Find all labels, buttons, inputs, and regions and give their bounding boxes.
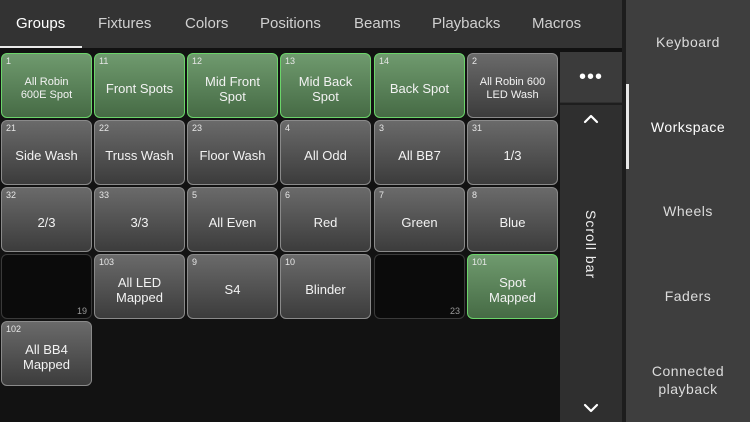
tab-macros[interactable]: Macros <box>532 0 581 48</box>
group-button[interactable]: 5 All Even <box>187 187 278 252</box>
group-label: 1/3 <box>503 148 522 163</box>
group-label: All LED Mapped <box>116 274 163 305</box>
group-button[interactable]: 2 All Robin 600 LED Wash <box>467 53 558 118</box>
group-button[interactable]: 9 S4 <box>187 254 278 319</box>
group-label: Floor Wash <box>199 148 266 163</box>
group-button[interactable]: 6 Red <box>280 187 371 252</box>
sidebar-item-keyboard[interactable]: Keyboard <box>626 33 750 51</box>
scroll-bar-label: Scroll bar <box>583 210 599 280</box>
tab-bar: Groups Fixtures Colors Positions Beams P… <box>0 0 622 48</box>
group-label: All Odd <box>304 148 347 163</box>
group-label: Blue <box>499 215 526 230</box>
group-button[interactable]: 1 All Robin 600E Spot <box>1 53 92 118</box>
chevron-up-icon[interactable] <box>581 109 601 129</box>
group-button[interactable]: 33 3/3 <box>94 187 185 252</box>
group-label: All BB7 <box>398 148 441 163</box>
group-button[interactable]: 14 Back Spot <box>374 53 465 118</box>
chevron-down-icon[interactable] <box>581 398 601 418</box>
group-button[interactable]: 12 Mid Front Spot <box>187 53 278 118</box>
empty-group-cell[interactable]: 23 <box>374 254 465 319</box>
group-button[interactable]: 11 Front Spots <box>94 53 185 118</box>
group-label: All Even <box>208 215 257 230</box>
group-label: 3/3 <box>130 215 149 230</box>
group-button[interactable]: 32 2/3 <box>1 187 92 252</box>
tab-colors[interactable]: Colors <box>185 0 228 48</box>
sidebar: Keyboard Workspace Wheels Faders Connect… <box>622 0 750 422</box>
group-button[interactable]: 101 Spot Mapped <box>467 254 558 319</box>
group-button[interactable]: 31 1/3 <box>467 120 558 185</box>
group-button[interactable]: 10 Blinder <box>280 254 371 319</box>
group-label: All Robin 600E Spot <box>20 75 73 101</box>
group-button[interactable]: 21 Side Wash <box>1 120 92 185</box>
group-number: 23 <box>449 306 460 316</box>
group-button[interactable]: 102 All BB4 Mapped <box>1 321 92 386</box>
tab-playbacks[interactable]: Playbacks <box>432 0 500 48</box>
divider <box>560 103 622 105</box>
group-button[interactable]: 23 Floor Wash <box>187 120 278 185</box>
group-label: Green <box>401 215 438 230</box>
group-label: Front Spots <box>105 81 174 96</box>
group-button[interactable]: 8 Blue <box>467 187 558 252</box>
group-label: 2/3 <box>37 215 56 230</box>
group-label: Red <box>313 215 338 230</box>
group-label: Side Wash <box>15 148 78 163</box>
group-button[interactable]: 3 All BB7 <box>374 120 465 185</box>
group-label: Truss Wash <box>105 148 174 163</box>
more-options-button[interactable]: ••• <box>560 52 622 102</box>
tab-positions[interactable]: Positions <box>260 0 321 48</box>
group-label: Mid Front Spot <box>205 73 260 104</box>
group-label: All BB4 Mapped <box>23 341 70 372</box>
group-button[interactable]: 7 Green <box>374 187 465 252</box>
group-label: Back Spot <box>389 81 450 96</box>
sidebar-item-workspace[interactable]: Workspace <box>626 118 750 136</box>
empty-group-cell[interactable]: 19 <box>1 254 92 319</box>
group-label: Mid Back Spot <box>298 73 353 104</box>
groups-grid: 1 All Robin 600E Spot 11 Front Spots 12 Mid F… <box>0 52 560 422</box>
group-label: S4 <box>224 282 241 297</box>
group-button[interactable]: 103 All LED Mapped <box>94 254 185 319</box>
group-label: Spot Mapped <box>489 274 536 305</box>
scroll-bar[interactable]: Scroll bar <box>560 170 622 320</box>
group-label: Blinder <box>305 282 346 297</box>
tab-fixtures[interactable]: Fixtures <box>98 0 151 48</box>
group-button[interactable]: 22 Truss Wash <box>94 120 185 185</box>
scroll-column: ••• Scroll bar <box>560 52 622 422</box>
sidebar-item-wheels[interactable]: Wheels <box>626 202 750 220</box>
tab-beams[interactable]: Beams <box>354 0 401 48</box>
group-label: All Robin 600 LED Wash <box>479 75 546 101</box>
sidebar-item-faders[interactable]: Faders <box>626 287 750 305</box>
group-button[interactable]: 13 Mid Back Spot <box>280 53 371 118</box>
group-button[interactable]: 4 All Odd <box>280 120 371 185</box>
tab-bar-divider <box>0 48 622 50</box>
sidebar-item-connected-playback[interactable]: Connected playback <box>626 362 750 398</box>
tab-groups[interactable]: Groups <box>16 0 65 48</box>
group-number: 19 <box>76 306 87 316</box>
